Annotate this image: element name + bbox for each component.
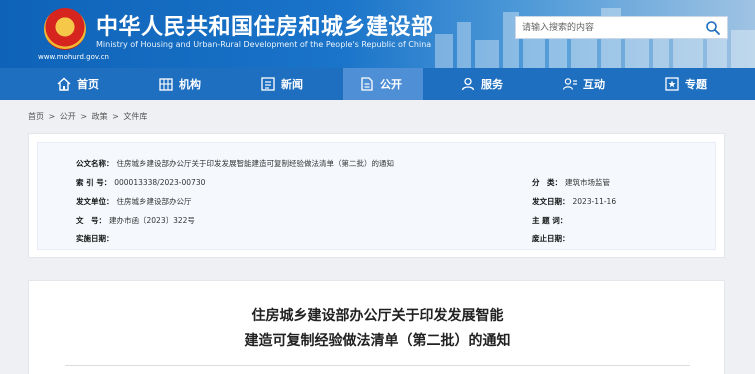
topic-icon [665,77,679,91]
breadcrumb-policy[interactable]: 政策 [92,112,108,121]
nav-label: 机构 [179,78,201,91]
nav-label: 公开 [380,78,402,91]
info-label: 索 引 号： [76,178,112,187]
info-row-implementation: 实施日期： [76,233,117,244]
nav-item-topics[interactable]: 专题 [664,68,744,100]
breadcrumb-separator: > [48,112,56,121]
nav-label: 新闻 [281,78,303,91]
document-icon [361,77,373,91]
site-header: www.mohurd.gov.cn 中华人民共和国住房和城乡建设部 Minist… [0,0,755,68]
document-info-table: 公文名称： 住房城乡建设部办公厅关于印发发展智能建造可复制经验做法清单（第二批）的… [37,142,716,250]
info-label: 发文日期： [532,197,570,206]
info-row-repeal: 废止日期： [532,233,573,244]
info-row-date: 发文日期： 2023-11-16 [532,196,616,207]
article-title-line1: 住房城乡建设部办公厅关于印发发展智能 [251,308,504,324]
info-label: 发文单位： [76,197,114,206]
info-value: 住房城乡建设部办公厅关于印发发展智能建造可复制经验做法清单（第二批）的通知 [116,159,395,168]
nav-item-news[interactable]: 新闻 [260,68,340,100]
info-label: 实施日期： [76,234,114,243]
search-input[interactable] [522,20,692,36]
nav-item-home[interactable]: 首页 [56,68,136,100]
info-value: 000013338/2023-00730 [114,178,206,187]
breadcrumb: 首页 > 公开 > 政策 > 文件库 [28,111,149,122]
info-label: 分 类： [532,178,562,187]
article-divider [65,365,690,366]
info-label: 主 题 词： [532,216,568,225]
home-icon [57,77,71,91]
info-row-index: 索 引 号： 000013338/2023-00730 [76,177,205,188]
breadcrumb-home[interactable]: 首页 [28,112,44,121]
info-row-docno: 文 号： 建办市函〔2023〕322号 [76,215,195,226]
info-row-issuer: 发文单位： 住房城乡建设部办公厅 [76,196,192,207]
news-icon [261,77,275,91]
info-row-category: 分 类： 建筑市场监管 [532,177,610,188]
info-row-title: 公文名称： 住房城乡建设部办公厅关于印发发展智能建造可复制经验做法清单（第二批）的… [76,158,394,169]
info-label: 废止日期： [532,234,570,243]
national-emblem-icon[interactable] [44,8,86,50]
nav-item-interaction[interactable]: 互动 [562,68,642,100]
breadcrumb-library[interactable]: 文件库 [123,112,147,121]
info-label: 文 号： [76,216,106,225]
nav-item-service[interactable]: 服务 [460,68,540,100]
info-label: 公文名称： [76,159,114,168]
nav-item-public[interactable]: 公开 [343,68,423,100]
info-value: 住房城乡建设部办公厅 [116,197,192,206]
article-panel: 住房城乡建设部办公厅关于印发发展智能 建造可复制经验做法清单（第二批）的通知 [28,280,725,374]
info-row-subject: 主 题 词： [532,215,570,226]
site-title[interactable]: 中华人民共和国住房和城乡建设部 [96,9,434,41]
site-subtitle: Ministry of Housing and Urban-Rural Deve… [96,40,432,49]
nav-label: 首页 [77,78,99,91]
article-title-line2: 建造可复制经验做法清单（第二批）的通知 [244,333,511,349]
building-icon [159,78,173,91]
search-box [515,16,728,39]
document-info-panel: 公文名称： 住房城乡建设部办公厅关于印发发展智能建造可复制经验做法清单（第二批）的… [28,133,725,258]
breadcrumb-separator: > [112,112,119,121]
main-nav: 首页 机构 新闻 公开 服务 互动 专题 [0,68,755,100]
site-url: www.mohurd.gov.cn [38,53,109,61]
info-value: 建办市函〔2023〕322号 [109,216,195,225]
breadcrumb-separator: > [80,112,88,121]
search-icon[interactable] [705,20,721,36]
nav-item-organization[interactable]: 机构 [158,68,238,100]
user-service-icon [461,77,475,91]
nav-label: 专题 [685,78,707,91]
info-value: 2023-11-16 [572,197,617,206]
nav-label: 互动 [583,78,605,91]
info-value: 建筑市场监管 [565,178,610,187]
people-icon [562,78,577,90]
nav-label: 服务 [481,78,503,91]
breadcrumb-public[interactable]: 公开 [60,112,76,121]
